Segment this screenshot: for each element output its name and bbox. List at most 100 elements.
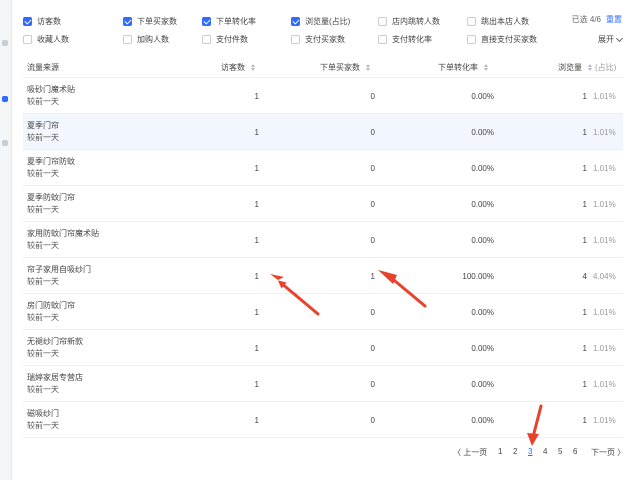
checkbox-empty-icon[interactable] (467, 17, 476, 26)
selected-count: 已选 4/6 重置 (572, 14, 622, 25)
visitors-value: 1 (254, 308, 259, 317)
traffic-source-panel: 访客数 下单买家数 下单转化率 浏览量(占比) 店内跳转人数 跳出本店人数 收藏人数 加购人… (20, 0, 640, 480)
conversion-value: 0.00% (471, 308, 494, 317)
pagination: 〈 上一页 1 2 3 4 5 6 下一页 〉 (20, 447, 640, 461)
table-row[interactable]: 房门防蚊门帘 较前一天 1 0 0.00% 1 1.01% (23, 294, 623, 330)
metric-checkbox[interactable]: 跳出本店人数 (467, 16, 529, 27)
metric-checkbox[interactable]: 下单买家数 (123, 16, 177, 27)
header-visitors[interactable]: 访客数 (221, 62, 255, 73)
table-row[interactable]: 帘子家用自吸纱门 较前一天 1 1 100.00% 4 4.04% (23, 258, 623, 294)
visitors-value: 1 (254, 344, 259, 353)
source-name: 夏季门帘 (27, 121, 59, 130)
table-row[interactable]: 夏季防蚊门帘 较前一天 1 0 0.00% 1 1.01% (23, 186, 623, 222)
share-value: 1.01% (593, 164, 616, 173)
metric-checkbox-label: 支付买家数 (305, 35, 345, 44)
metric-filter-bar: 访客数 下单买家数 下单转化率 浏览量(占比) 店内跳转人数 跳出本店人数 收藏人数 加购人… (20, 14, 640, 48)
header-buyers[interactable]: 下单买家数 (320, 62, 370, 73)
pageviews-value: 4 (582, 272, 587, 281)
buyers-value: 0 (370, 92, 375, 101)
conversion-value: 0.00% (471, 92, 494, 101)
checkbox-checked-icon[interactable] (123, 17, 132, 26)
pageviews-value: 1 (582, 236, 587, 245)
sort-icon[interactable] (484, 64, 488, 71)
buyers-value: 0 (370, 200, 375, 209)
table-row[interactable]: 夏季门帘 较前一天 1 0 0.00% 1 1.01% (23, 114, 623, 150)
header-pageviews[interactable]: 浏览量 (占比) (558, 62, 616, 73)
prev-page-button[interactable]: 〈 上一页 (453, 447, 487, 458)
checkbox-empty-icon[interactable] (123, 35, 132, 44)
metric-checkbox-label: 直接支付买家数 (481, 35, 537, 44)
sort-icon[interactable] (588, 64, 592, 71)
pageviews-value: 1 (582, 344, 587, 353)
pageviews-value: 1 (582, 416, 587, 425)
compare-label: 较前一天 (27, 313, 59, 322)
expand-toggle[interactable]: 展开 (598, 34, 624, 45)
metric-checkbox[interactable]: 加购人数 (123, 34, 169, 45)
next-page-button[interactable]: 下一页 〉 (591, 447, 625, 458)
share-value: 1.01% (593, 344, 616, 353)
chevron-down-icon (615, 34, 624, 42)
source-cell: 夏季防蚊门帘 较前一天 (27, 192, 75, 216)
source-name: 吸砂门魔术贴 (27, 85, 75, 94)
page-number-button[interactable]: 1 (498, 447, 502, 456)
table-row[interactable]: 夏季门帘防蚊 较前一天 1 0 0.00% 1 1.01% (23, 150, 623, 186)
source-cell: 家用防蚊门帘魔术贴 较前一天 (27, 228, 99, 252)
share-value: 1.01% (593, 236, 616, 245)
source-cell: 夏季门帘 较前一天 (27, 120, 59, 144)
table-row[interactable]: 家用防蚊门帘魔术贴 较前一天 1 0 0.00% 1 1.01% (23, 222, 623, 258)
buyers-value: 1 (370, 272, 375, 281)
metric-checkbox-label: 跳出本店人数 (481, 17, 529, 26)
expand-label: 展开 (598, 35, 614, 44)
visitors-value: 1 (254, 128, 259, 137)
buyers-value: 0 (370, 164, 375, 173)
sort-icon[interactable] (251, 64, 255, 71)
checkbox-checked-icon[interactable] (23, 17, 32, 26)
metric-checkbox[interactable]: 店内跳转人数 (378, 16, 440, 27)
table-row[interactable]: 无褪纱门帘新款 较前一天 1 0 0.00% 1 1.01% (23, 330, 623, 366)
metric-checkbox[interactable]: 支付买家数 (291, 34, 345, 45)
collapsed-marker-active (2, 96, 8, 102)
buyers-value: 0 (370, 416, 375, 425)
page-number-button[interactable]: 3 (528, 447, 532, 456)
checkbox-empty-icon[interactable] (378, 35, 387, 44)
conversion-value: 0.00% (471, 200, 494, 209)
sort-icon[interactable] (366, 64, 370, 71)
table-row[interactable]: 吸砂门魔术贴 较前一天 1 0 0.00% 1 1.01% (23, 78, 623, 114)
checkbox-checked-icon[interactable] (202, 17, 211, 26)
conversion-value: 0.00% (471, 164, 494, 173)
conversion-value: 100.00% (462, 272, 494, 281)
visitors-value: 1 (254, 380, 259, 389)
source-name: 瑞婷家居专营店 (27, 373, 83, 382)
checkbox-empty-icon[interactable] (202, 35, 211, 44)
compare-label: 较前一天 (27, 133, 59, 142)
checkbox-checked-icon[interactable] (291, 17, 300, 26)
metric-checkbox[interactable]: 支付件数 (202, 34, 248, 45)
source-cell: 磁吸纱门 较前一天 (27, 408, 59, 432)
page-number-button[interactable]: 2 (513, 447, 517, 456)
page-number-button[interactable]: 4 (543, 447, 547, 456)
header-conversion[interactable]: 下单转化率 (438, 62, 488, 73)
checkbox-empty-icon[interactable] (467, 35, 476, 44)
checkbox-empty-icon[interactable] (291, 35, 300, 44)
metric-checkbox[interactable]: 收藏人数 (23, 34, 69, 45)
page-number-button[interactable]: 5 (558, 447, 562, 456)
metric-checkbox[interactable]: 访客数 (23, 16, 61, 27)
reset-link[interactable]: 重置 (606, 15, 622, 24)
compare-label: 较前一天 (27, 97, 59, 106)
metric-checkbox[interactable]: 浏览量(占比) (291, 16, 350, 27)
pageviews-value: 1 (582, 128, 587, 137)
metric-checkbox-label: 下单买家数 (137, 17, 177, 26)
page-number-button[interactable]: 6 (573, 447, 577, 456)
metric-checkbox[interactable]: 支付转化率 (378, 34, 432, 45)
table-row[interactable]: 磁吸纱门 较前一天 1 0 0.00% 1 1.01% (23, 402, 623, 438)
buyers-value: 0 (370, 308, 375, 317)
source-name: 房门防蚊门帘 (27, 301, 75, 310)
checkbox-empty-icon[interactable] (23, 35, 32, 44)
compare-label: 较前一天 (27, 385, 59, 394)
share-value: 1.01% (593, 128, 616, 137)
metric-checkbox[interactable]: 下单转化率 (202, 16, 256, 27)
table-row[interactable]: 瑞婷家居专营店 较前一天 1 0 0.00% 1 1.01% (23, 366, 623, 402)
metric-checkbox[interactable]: 直接支付买家数 (467, 34, 537, 45)
collapsed-marker (2, 140, 8, 146)
checkbox-empty-icon[interactable] (378, 17, 387, 26)
